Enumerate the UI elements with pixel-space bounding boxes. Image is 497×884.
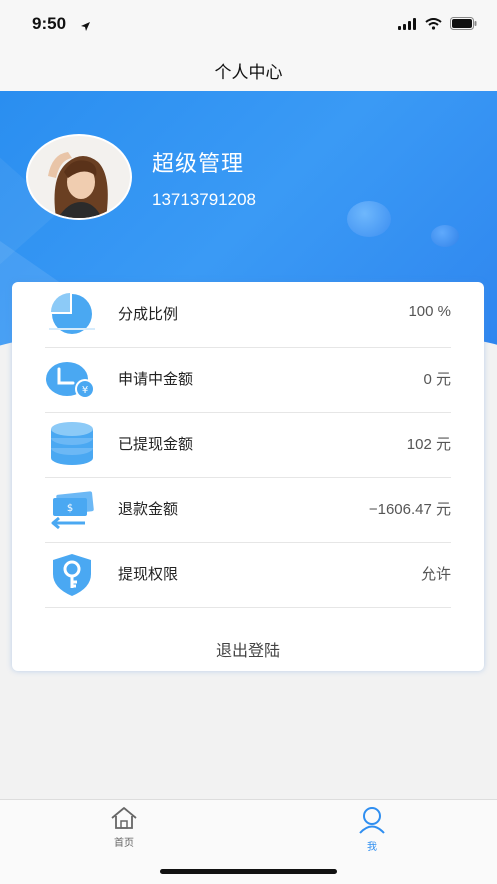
avatar[interactable] — [26, 134, 132, 220]
status-bar: 9:50 — [0, 0, 497, 48]
clock-yuan-icon: ¥ — [45, 355, 99, 403]
item-label: 申请中金额 — [118, 370, 194, 388]
item-label: 提现权限 — [118, 565, 179, 583]
account-info-card: 分成比例 100 % ¥ 申请中金额 0 元 已提现金额 102 元 $ 退款金… — [12, 282, 484, 671]
svg-text:¥: ¥ — [82, 385, 88, 396]
location-arrow-icon — [80, 17, 91, 36]
signal-icon — [398, 15, 417, 34]
item-value: 100 % — [408, 303, 451, 320]
list-item-pending-amount[interactable]: ¥ 申请中金额 0 元 — [45, 347, 451, 413]
user-icon — [357, 807, 387, 838]
home-indicator — [160, 869, 337, 874]
battery-icon — [450, 15, 477, 34]
user-name: 超级管理 — [152, 152, 245, 177]
decor-bubble — [347, 201, 391, 237]
item-value: −1606.47 元 — [368, 501, 451, 518]
status-time: 9:50 — [32, 14, 67, 33]
tab-label: 首页 — [114, 838, 134, 849]
item-value: 允许 — [420, 566, 451, 583]
tab-home[interactable]: 首页 — [94, 806, 154, 849]
shield-key-icon — [45, 550, 99, 598]
user-phone: 13713791208 — [152, 190, 257, 209]
tab-me[interactable]: 我 — [342, 806, 402, 853]
svg-text:$: $ — [67, 503, 73, 514]
item-value: 0 元 — [423, 371, 451, 388]
tab-label: 我 — [367, 842, 377, 853]
page-title: 个人中心 — [214, 63, 283, 83]
list-item-refund-amount[interactable]: $ 退款金额 −1606.47 元 — [45, 477, 451, 543]
item-label: 已提现金额 — [118, 435, 194, 453]
nav-bar: 个人中心 — [0, 48, 497, 91]
pie-chart-icon — [45, 290, 99, 338]
list-item-withdrawn-amount[interactable]: 已提现金额 102 元 — [45, 412, 451, 478]
item-label: 退款金额 — [118, 500, 179, 518]
item-value: 102 元 — [406, 436, 451, 453]
coin-stack-icon — [45, 420, 99, 468]
refund-cash-icon: $ — [45, 485, 99, 533]
list-item-withdraw-permission[interactable]: 提现权限 允许 — [45, 542, 451, 608]
home-icon — [109, 807, 139, 834]
list-item-share-ratio[interactable]: 分成比例 100 % — [45, 282, 451, 348]
item-label: 分成比例 — [118, 305, 179, 323]
logout-button[interactable]: 退出登陆 — [12, 637, 484, 661]
decor-bubble — [431, 225, 459, 247]
wifi-icon — [425, 15, 442, 34]
